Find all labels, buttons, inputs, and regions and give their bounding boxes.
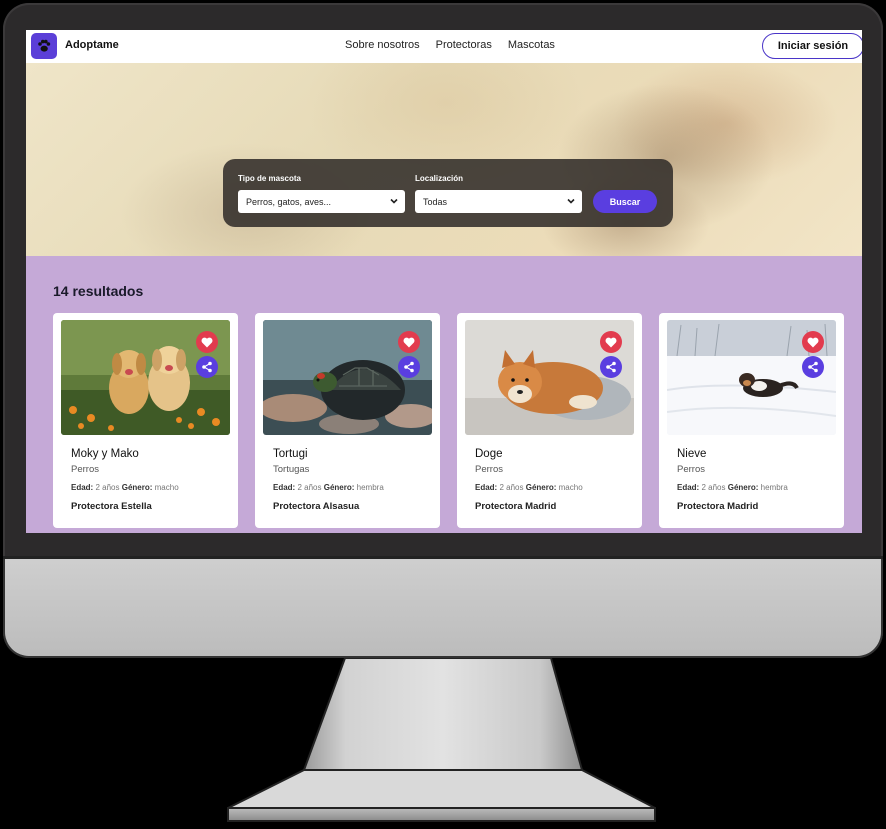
- heart-icon: [403, 337, 415, 347]
- location-select[interactable]: Todas: [415, 190, 582, 213]
- hero-banner: Tipo de mascota Perros, gatos, aves... L…: [26, 63, 862, 256]
- monitor-stand: [0, 657, 886, 829]
- nav-link-pets[interactable]: Mascotas: [508, 39, 555, 51]
- chevron-down-icon: [390, 198, 398, 204]
- search-panel: Tipo de mascota Perros, gatos, aves... L…: [223, 159, 673, 227]
- pet-species: Perros: [677, 464, 705, 475]
- nav-link-about[interactable]: Sobre nosotros: [345, 39, 420, 51]
- location-value: Todas: [423, 196, 448, 207]
- pet-card[interactable]: Doge Perros Edad: 2 años Género: macho P…: [457, 313, 642, 528]
- logo[interactable]: [31, 33, 57, 59]
- pet-card[interactable]: Tortugi Tortugas Edad: 2 años Género: he…: [255, 313, 440, 528]
- share-button[interactable]: [398, 356, 420, 378]
- pet-meta: Edad: 2 años Género: hembra: [677, 483, 788, 492]
- pet-shelter[interactable]: Protectora Alsasua: [273, 501, 359, 512]
- share-button[interactable]: [600, 356, 622, 378]
- favorite-button[interactable]: [398, 331, 420, 353]
- pet-photo[interactable]: [465, 320, 634, 435]
- navbar: Adoptame Sobre nosotros Protectoras Masc…: [26, 30, 862, 63]
- share-button[interactable]: [802, 356, 824, 378]
- pet-photo[interactable]: [61, 320, 230, 435]
- share-icon: [404, 361, 414, 373]
- pet-shelter[interactable]: Protectora Estella: [71, 501, 152, 512]
- pet-species: Perros: [71, 464, 99, 475]
- nav-links: Sobre nosotros Protectoras Mascotas: [345, 39, 555, 51]
- share-button[interactable]: [196, 356, 218, 378]
- favorite-button[interactable]: [196, 331, 218, 353]
- paw-icon: [38, 39, 51, 52]
- pet-species: Tortugas: [273, 464, 310, 475]
- pet-shelter[interactable]: Protectora Madrid: [677, 501, 758, 512]
- pet-name[interactable]: Nieve: [677, 448, 706, 460]
- pet-type-select[interactable]: Perros, gatos, aves...: [238, 190, 405, 213]
- heart-icon: [605, 337, 617, 347]
- results-count: 14 resultados: [53, 283, 144, 299]
- heart-icon: [807, 337, 819, 347]
- pet-species: Perros: [475, 464, 503, 475]
- pet-name[interactable]: Moky y Mako: [71, 448, 139, 460]
- pet-name[interactable]: Tortugi: [273, 448, 308, 460]
- monitor-chin: [3, 556, 883, 658]
- pet-card[interactable]: Nieve Perros Edad: 2 años Género: hembra…: [659, 313, 844, 528]
- chevron-down-icon: [567, 198, 575, 204]
- heart-icon: [201, 337, 213, 347]
- results-section: 14 resultados Moky y Mako Perros Edad: 2…: [26, 256, 862, 533]
- pet-photo[interactable]: [263, 320, 432, 435]
- monitor-divider: [3, 556, 883, 559]
- pet-shelter[interactable]: Protectora Madrid: [475, 501, 556, 512]
- share-icon: [606, 361, 616, 373]
- pet-meta: Edad: 2 años Género: hembra: [273, 483, 384, 492]
- search-button[interactable]: Buscar: [593, 190, 657, 213]
- pet-type-value: Perros, gatos, aves...: [246, 196, 332, 207]
- pet-meta: Edad: 2 años Género: macho: [71, 483, 179, 492]
- favorite-button[interactable]: [600, 331, 622, 353]
- location-label: Localización: [415, 174, 464, 183]
- pet-type-label: Tipo de mascota: [238, 174, 301, 183]
- pet-card[interactable]: Moky y Mako Perros Edad: 2 años Género: …: [53, 313, 238, 528]
- pet-meta: Edad: 2 años Género: macho: [475, 483, 583, 492]
- favorite-button[interactable]: [802, 331, 824, 353]
- login-button[interactable]: Iniciar sesión: [762, 33, 862, 59]
- share-icon: [202, 361, 212, 373]
- screen: Adoptame Sobre nosotros Protectoras Masc…: [26, 30, 862, 533]
- pet-name[interactable]: Doge: [475, 448, 503, 460]
- brand-name[interactable]: Adoptame: [65, 39, 119, 51]
- share-icon: [808, 361, 818, 373]
- nav-link-shelters[interactable]: Protectoras: [436, 39, 492, 51]
- pet-photo[interactable]: [667, 320, 836, 435]
